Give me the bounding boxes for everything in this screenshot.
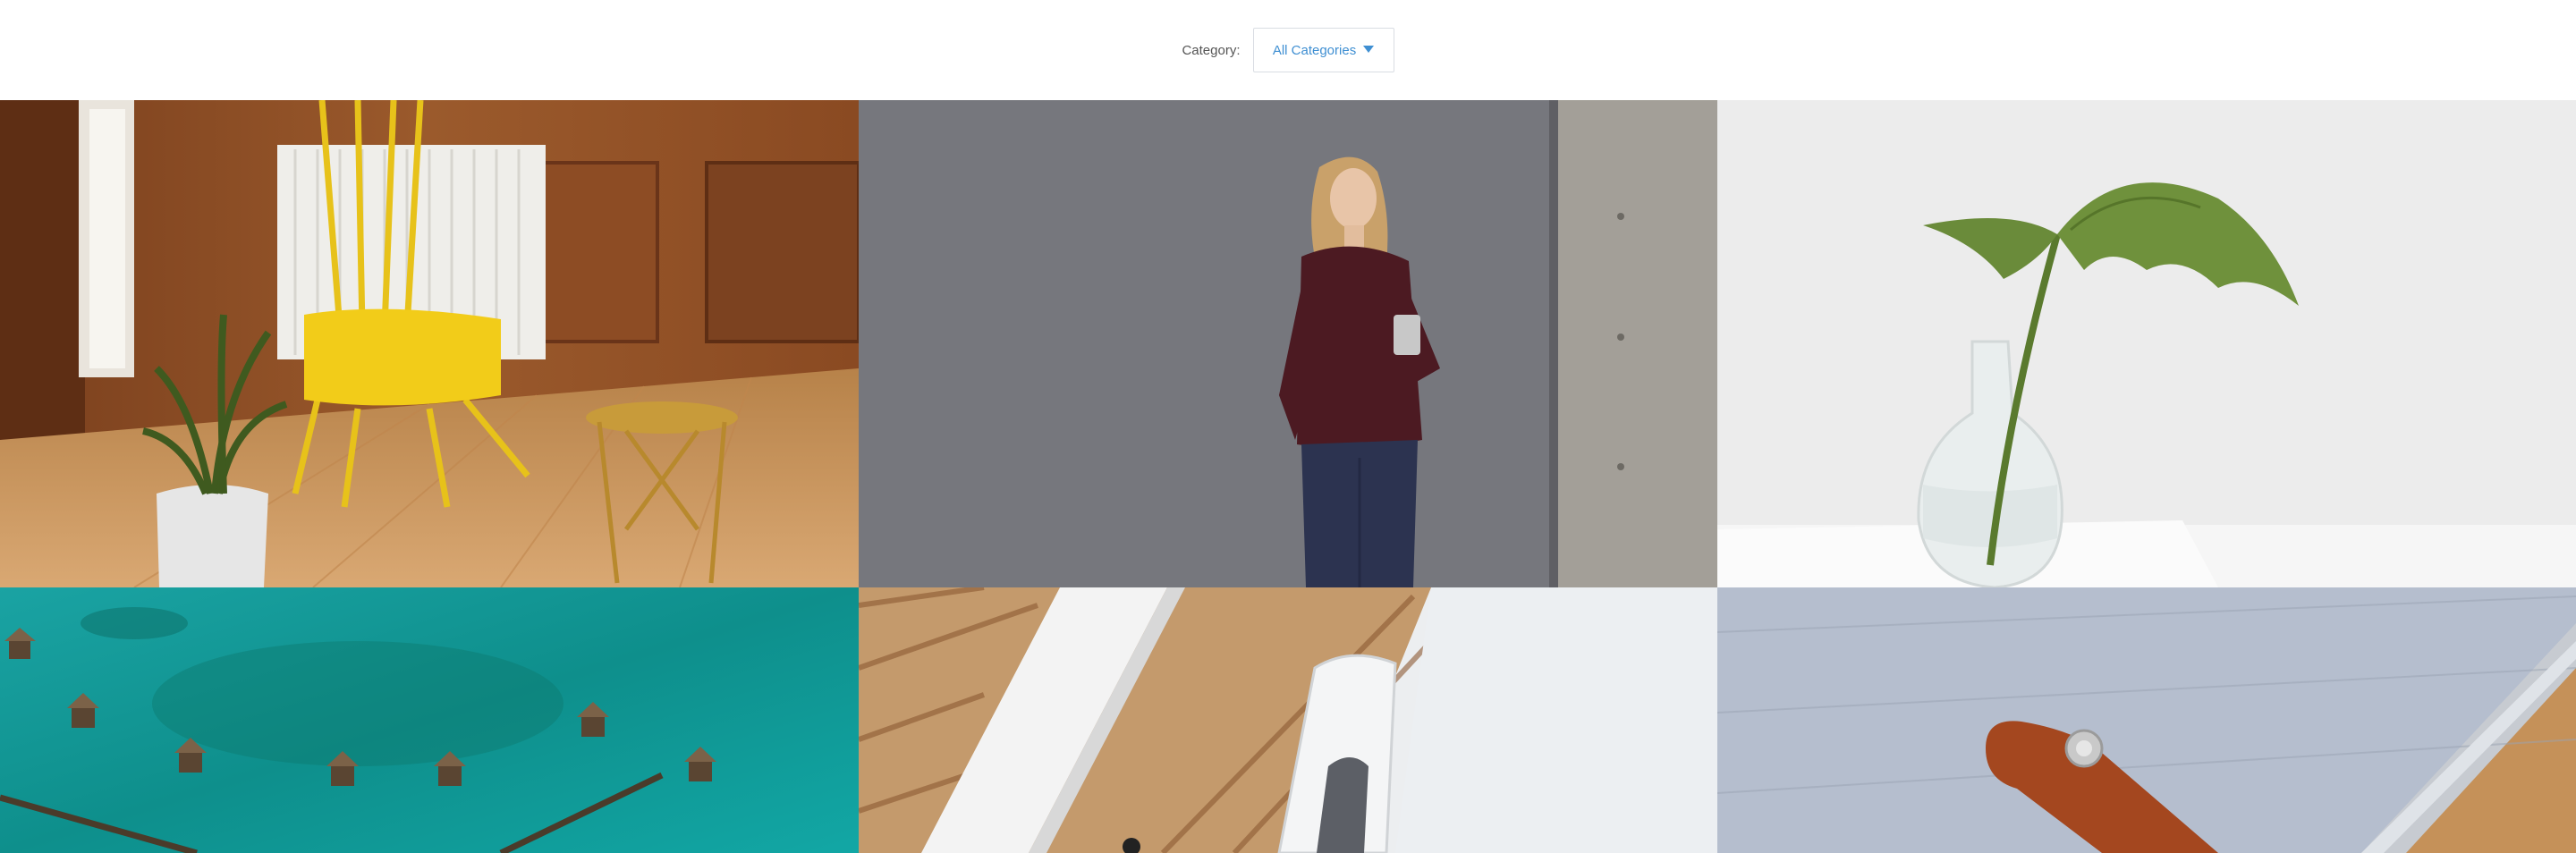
photo-grid	[0, 100, 2576, 853]
category-dropdown[interactable]: All Categories	[1252, 28, 1394, 72]
category-dropdown-value: All Categories	[1272, 42, 1357, 58]
category-label: Category:	[1182, 42, 1241, 58]
gallery-tile-white-bin[interactable]	[859, 587, 1717, 853]
gallery-tile-monstera[interactable]	[1717, 100, 2576, 587]
gallery-tile-felt-sleeve[interactable]	[1717, 587, 2576, 853]
gallery-tile-chair-room[interactable]	[0, 100, 859, 587]
triangle-down-icon	[1363, 46, 1375, 53]
gallery-tile-bungalows[interactable]	[0, 587, 859, 853]
gallery-tile-woman-wall[interactable]	[859, 100, 1717, 587]
category-filter-bar: Category: All Categories	[0, 0, 2576, 100]
